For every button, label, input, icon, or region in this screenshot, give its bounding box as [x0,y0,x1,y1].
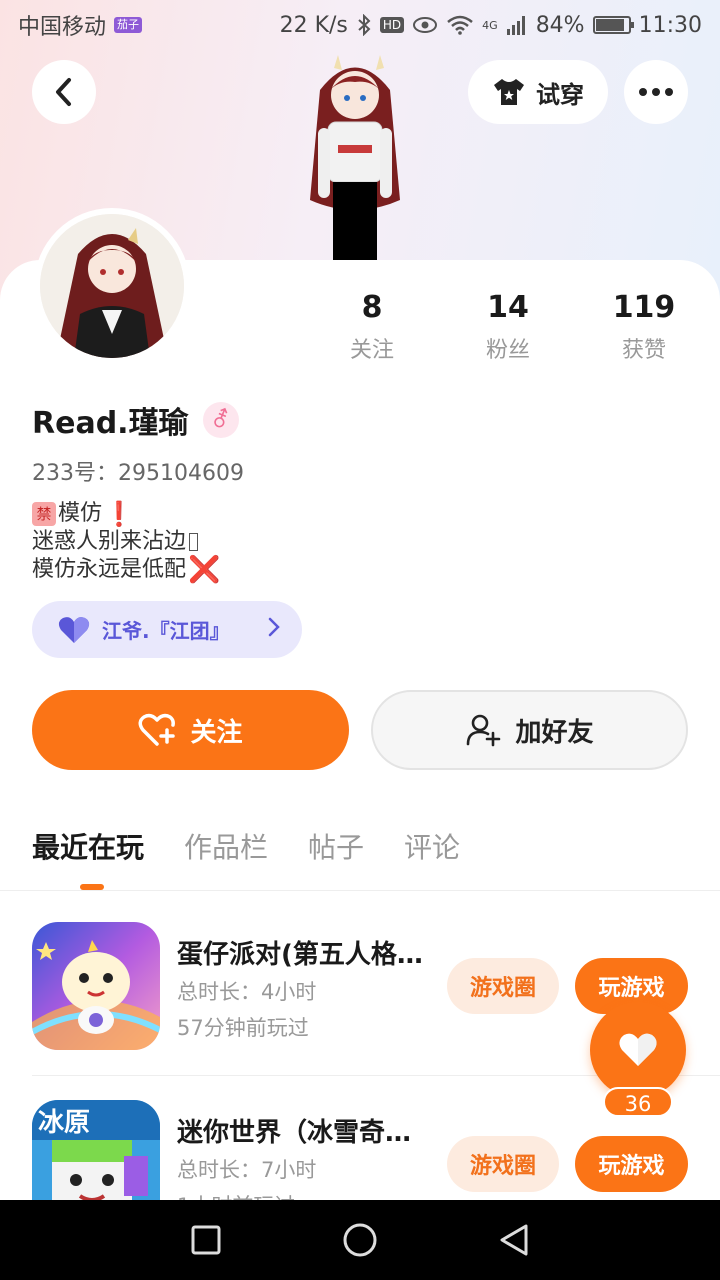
game-duration: 总时长：4小时 [177,980,317,1004]
back-button[interactable] [32,60,96,124]
network-speed: 22 K/s [279,12,348,38]
wifi-icon [447,15,473,35]
group-badge[interactable]: 江爷.『江团』 [32,601,302,658]
game-last-played: 1小时前玩过 [177,1190,295,1200]
game-name: 蛋仔派对(第五人格… [177,940,423,970]
game-icon-text: 冰原 [38,1108,91,1138]
bio-line-3: 模仿永远是低配 ❌ [32,556,220,584]
network-type: 4G [482,18,498,32]
back-triangle-icon[interactable] [498,1223,530,1257]
battery-percent: 84% [535,12,585,38]
status-bar-right: 22 K/s HD 4G 84% 11:30 [280,13,702,38]
stat-likes-count: 119 [612,290,676,325]
game-circle-button[interactable]: 游戏圈 [447,1136,559,1192]
stat-following-label: 关注 [349,338,394,363]
carrier-name: 中国移动 [18,15,107,40]
exclamation-emoji: ❗ [104,500,134,528]
signal-icon [506,16,525,35]
game-list-item[interactable]: 蛋仔派对(第五人格… 总时长：4小时 57分钟前玩过 游戏圈 玩游戏 [32,922,688,1052]
shirt-icon [494,79,524,105]
tab-divider [0,890,720,891]
stat-following[interactable]: 8 关注 [317,290,427,364]
add-user-icon [467,714,501,747]
username-row: Read.瑾瑜 ⚦ [32,398,239,442]
bio-line-2-text: 迷惑人别来沾边 [32,529,187,554]
tab-posts[interactable]: 帖子 [308,826,364,866]
eye-icon [413,17,438,33]
battery-icon [592,16,634,34]
try-on-button[interactable]: 试穿 [468,60,608,124]
game-last-played: 57分钟前玩过 [177,1016,309,1040]
username: Read.瑾瑜 [32,406,189,441]
bio-line-1: 禁 模仿 ❗ [32,500,220,528]
chevron-left-icon [56,78,71,106]
clock: 11:30 [638,12,702,38]
cross-mark-emoji: ❌ [188,555,221,585]
bio-line-2: 迷惑人别来沾边 [32,528,220,556]
system-nav-bar [0,1200,720,1280]
stat-fans[interactable]: 14 粉丝 [453,290,563,364]
tab-works[interactable]: 作品栏 [184,826,268,866]
eggy-party-game-icon [32,922,160,1050]
carrier-badge: 茄子 [114,17,143,33]
heart-icon [619,1033,657,1066]
add-friend-label: 加好友 [515,717,594,748]
more-dots-icon [639,88,673,96]
avatar-figure [310,55,400,260]
stat-likes-label: 获赞 [621,338,666,363]
profile-avatar[interactable] [34,208,190,364]
heart-plus-icon [138,713,176,746]
game-list-item[interactable]: 冰原 迷你世界（冰雪奇… 总时长：7小时 1小时前玩过 游戏圈 玩游戏 [32,1100,688,1200]
recent-apps-icon[interactable] [190,1224,222,1256]
try-on-label: 试穿 [536,80,584,109]
more-button[interactable] [624,60,688,124]
play-game-button[interactable]: 玩游戏 [575,1136,688,1192]
profile-tabs: 最近在玩 作品栏 帖子 评论 [32,826,460,866]
floating-like-button[interactable] [590,1002,686,1098]
bio-line-1-text: 模仿 [58,501,103,526]
hd-badge: HD [379,17,405,33]
group-label: 江爷.『江团』 [102,619,230,643]
status-bar-left: 中国移动 茄子 [18,9,143,41]
follow-button[interactable]: 关注 [32,690,349,770]
stat-fans-count: 14 [487,290,529,325]
gender-female-icon: ⚦ [202,402,239,438]
bio-line-3-text: 模仿永远是低配 [32,557,187,582]
tab-recently-played[interactable]: 最近在玩 [32,826,144,866]
chevron-right-icon [268,617,280,643]
like-count-badge: 36 [603,1087,673,1117]
game-duration: 总时长：7小时 [177,1158,317,1182]
game-circle-button[interactable]: 游戏圈 [447,958,559,1014]
status-bar: 中国移动 茄子 22 K/s HD 4G 84% 11:30 [0,0,720,50]
missing-glyph-icon [189,533,199,551]
stat-following-count: 8 [361,290,383,325]
heart-icon [58,616,90,643]
game-name: 迷你世界（冰雪奇… [177,1118,412,1148]
battery-fill [595,19,625,31]
home-icon[interactable] [342,1222,378,1258]
stat-likes[interactable]: 119 获赞 [589,290,699,364]
ban-emoji: 禁 [32,502,56,526]
follow-label: 关注 [190,717,243,748]
tab-comments[interactable]: 评论 [404,826,460,866]
bio: 禁 模仿 ❗ 迷惑人别来沾边 模仿永远是低配 ❌ [32,500,220,584]
bluetooth-icon [358,14,371,36]
stat-fans-label: 粉丝 [485,338,530,363]
add-friend-button[interactable]: 加好友 [371,690,688,770]
user-id[interactable]: 233号：295104609 [32,455,244,487]
avatar-image [40,214,184,358]
